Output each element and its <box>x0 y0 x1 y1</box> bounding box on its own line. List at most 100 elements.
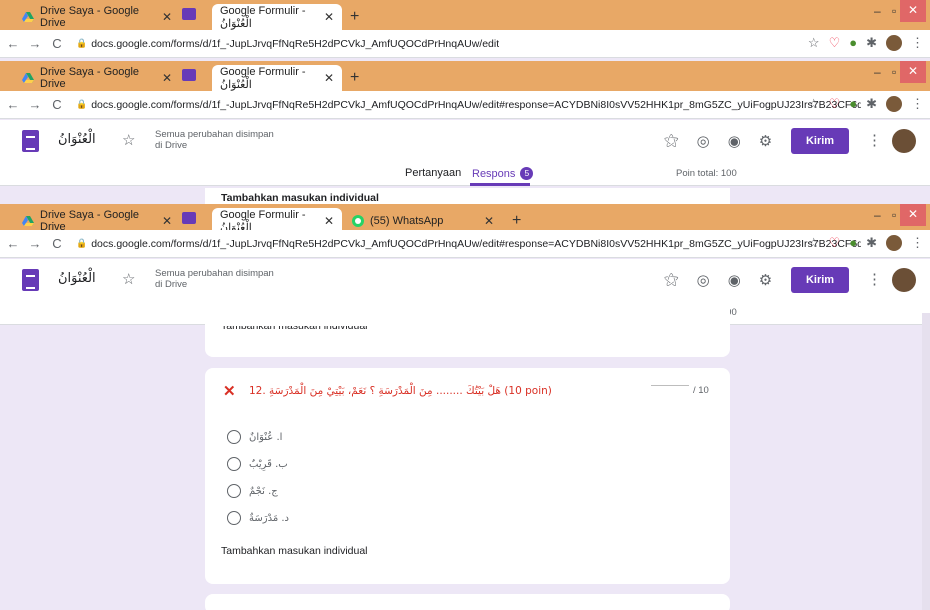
next-question-card <box>205 594 730 610</box>
header-icons: ⚝ ◎ ◉ ⚙ <box>664 132 772 150</box>
question-text: 12. هَلْ بَيْتُكَ ........ مِنَ الْمَدْر… <box>249 385 552 397</box>
addon-icon[interactable]: ⚝ <box>664 271 679 289</box>
forward-icon[interactable]: → <box>26 97 44 112</box>
forms-tab-icon <box>182 212 196 224</box>
more-options-icon[interactable]: ⋮ <box>867 270 882 288</box>
tab-responses-label: Respons <box>472 167 516 180</box>
bookmark-star-icon[interactable]: ☆ <box>808 35 820 51</box>
close-icon[interactable]: ✕ <box>316 10 334 24</box>
reload-icon[interactable]: C <box>48 236 66 251</box>
avatar[interactable] <box>892 129 916 153</box>
extensions-puzzle-icon[interactable]: ✱ <box>866 35 877 51</box>
tab-title: Drive Saya - Google Drive <box>40 5 140 29</box>
pocket-icon[interactable]: ♡ <box>829 96 841 112</box>
reload-icon[interactable]: C <box>48 97 66 112</box>
close-icon[interactable]: ✕ <box>316 71 334 85</box>
menu-icon[interactable]: ⋮ <box>911 96 924 112</box>
extension-icon[interactable]: ● <box>849 35 857 51</box>
new-tab-icon[interactable]: + <box>350 8 359 26</box>
profile-avatar[interactable] <box>886 35 902 51</box>
settings-gear-icon[interactable]: ⚙ <box>759 132 772 150</box>
close-icon[interactable]: ✕ <box>316 214 334 228</box>
profile-avatar[interactable] <box>886 235 902 251</box>
send-button[interactable]: Kirim <box>791 128 849 154</box>
close-icon[interactable]: ✕ <box>154 214 172 228</box>
close-window-icon[interactable]: ✕ <box>900 61 926 83</box>
addon-icon[interactable]: ⚝ <box>664 132 679 150</box>
more-options-icon[interactable]: ⋮ <box>867 131 882 149</box>
bookmark-star-icon[interactable]: ☆ <box>808 235 820 251</box>
scrollbar[interactable] <box>922 313 930 610</box>
forms-logo-icon[interactable] <box>22 269 39 291</box>
tab-forms[interactable]: Google Formulir - الْعُنْوَانُ ✕ <box>212 65 342 91</box>
minimize-icon[interactable]: – <box>874 4 881 18</box>
close-window-icon[interactable]: ✕ <box>900 204 926 226</box>
palette-icon[interactable]: ◎ <box>697 271 710 289</box>
tab-forms[interactable]: Google Formulir - الْعُنْوَانُ ✕ <box>212 4 342 30</box>
option-label: ا. عُنْوَانٌ <box>249 431 283 443</box>
url-input[interactable]: docs.google.com/forms/d/1f_-JupLJrvqFfNq… <box>91 238 861 250</box>
menu-icon[interactable]: ⋮ <box>911 235 924 251</box>
back-icon[interactable]: ← <box>4 236 22 251</box>
maximize-icon[interactable]: ▫ <box>892 65 896 79</box>
star-icon[interactable]: ☆ <box>122 270 135 288</box>
url-input[interactable]: docs.google.com/forms/d/1f_-JupLJrvqFfNq… <box>91 38 499 50</box>
preview-eye-icon[interactable]: ◉ <box>728 271 741 289</box>
profile-avatar[interactable] <box>886 96 902 112</box>
tab-title: (55) WhatsApp <box>370 215 444 227</box>
bookmark-star-icon[interactable]: ☆ <box>808 96 820 112</box>
score-input[interactable] <box>651 385 689 386</box>
minimize-icon[interactable]: – <box>874 65 881 79</box>
preview-eye-icon[interactable]: ◉ <box>728 132 741 150</box>
close-icon[interactable]: ✕ <box>154 10 172 24</box>
save-status-line: Semua perubahan disimpan <box>155 268 274 279</box>
send-button[interactable]: Kirim <box>791 267 849 293</box>
menu-icon[interactable]: ⋮ <box>911 35 924 51</box>
close-window-icon[interactable]: ✕ <box>900 0 926 22</box>
address-bar: ← → C 🔒 docs.google.com/forms/d/1f_-JupL… <box>0 230 930 258</box>
individual-feedback-label[interactable]: Tambahkan masukan individual <box>205 188 730 204</box>
back-icon[interactable]: ← <box>4 97 22 112</box>
extensions-puzzle-icon[interactable]: ✱ <box>866 235 877 251</box>
back-icon[interactable]: ← <box>4 36 22 51</box>
answer-option: ب. قَرِيْبٌ <box>227 455 288 473</box>
palette-icon[interactable]: ◎ <box>697 132 710 150</box>
tab-drive[interactable]: Drive Saya - Google Drive ✕ <box>14 65 180 91</box>
forward-icon[interactable]: → <box>26 36 44 51</box>
close-icon[interactable]: ✕ <box>154 71 172 85</box>
tab-questions[interactable]: Pertanyaan <box>405 167 461 179</box>
tab-title: Google Formulir - الْعُنْوَانُ <box>220 65 306 91</box>
url-input[interactable]: docs.google.com/forms/d/1f_-JupLJrvqFfNq… <box>91 99 861 111</box>
forward-icon[interactable]: → <box>26 236 44 251</box>
drive-icon <box>22 12 34 22</box>
extension-icon[interactable]: ● <box>849 96 857 112</box>
active-tab-indicator <box>470 183 530 186</box>
forms-tab-icon <box>182 8 196 20</box>
option-label: د. مَدْرَسَةٌ <box>249 512 289 524</box>
individual-feedback-label[interactable]: Tambahkan masukan individual <box>221 545 368 557</box>
form-title[interactable]: الْعُنْوَانُ <box>58 271 96 286</box>
new-tab-icon[interactable]: + <box>512 212 521 230</box>
close-icon[interactable]: ✕ <box>476 214 494 228</box>
maximize-icon[interactable]: ▫ <box>892 208 896 222</box>
maximize-icon[interactable]: ▫ <box>892 4 896 18</box>
pocket-icon[interactable]: ♡ <box>829 235 841 251</box>
form-title[interactable]: الْعُنْوَانُ <box>58 132 96 147</box>
address-bar: ← → C 🔒 docs.google.com/forms/d/1f_-JupL… <box>0 30 930 58</box>
new-tab-icon[interactable]: + <box>350 69 359 87</box>
settings-gear-icon[interactable]: ⚙ <box>759 271 772 289</box>
pocket-icon[interactable]: ♡ <box>829 35 841 51</box>
drive-icon <box>22 216 34 226</box>
tab-drive[interactable]: Drive Saya - Google Drive ✕ <box>14 4 180 30</box>
forms-logo-icon[interactable] <box>22 130 39 152</box>
avatar[interactable] <box>892 268 916 292</box>
save-status: Semua perubahan disimpan di Drive <box>155 129 274 151</box>
star-icon[interactable]: ☆ <box>122 131 135 149</box>
minimize-icon[interactable]: – <box>874 208 881 222</box>
reload-icon[interactable]: C <box>48 36 66 51</box>
lock-icon: 🔒 <box>76 99 88 109</box>
individual-feedback-label[interactable]: Tambahkan masukan individual <box>221 326 368 332</box>
tab-responses[interactable]: Respons 5 <box>472 167 534 180</box>
extension-icon[interactable]: ● <box>849 235 857 251</box>
extensions-puzzle-icon[interactable]: ✱ <box>866 96 877 112</box>
